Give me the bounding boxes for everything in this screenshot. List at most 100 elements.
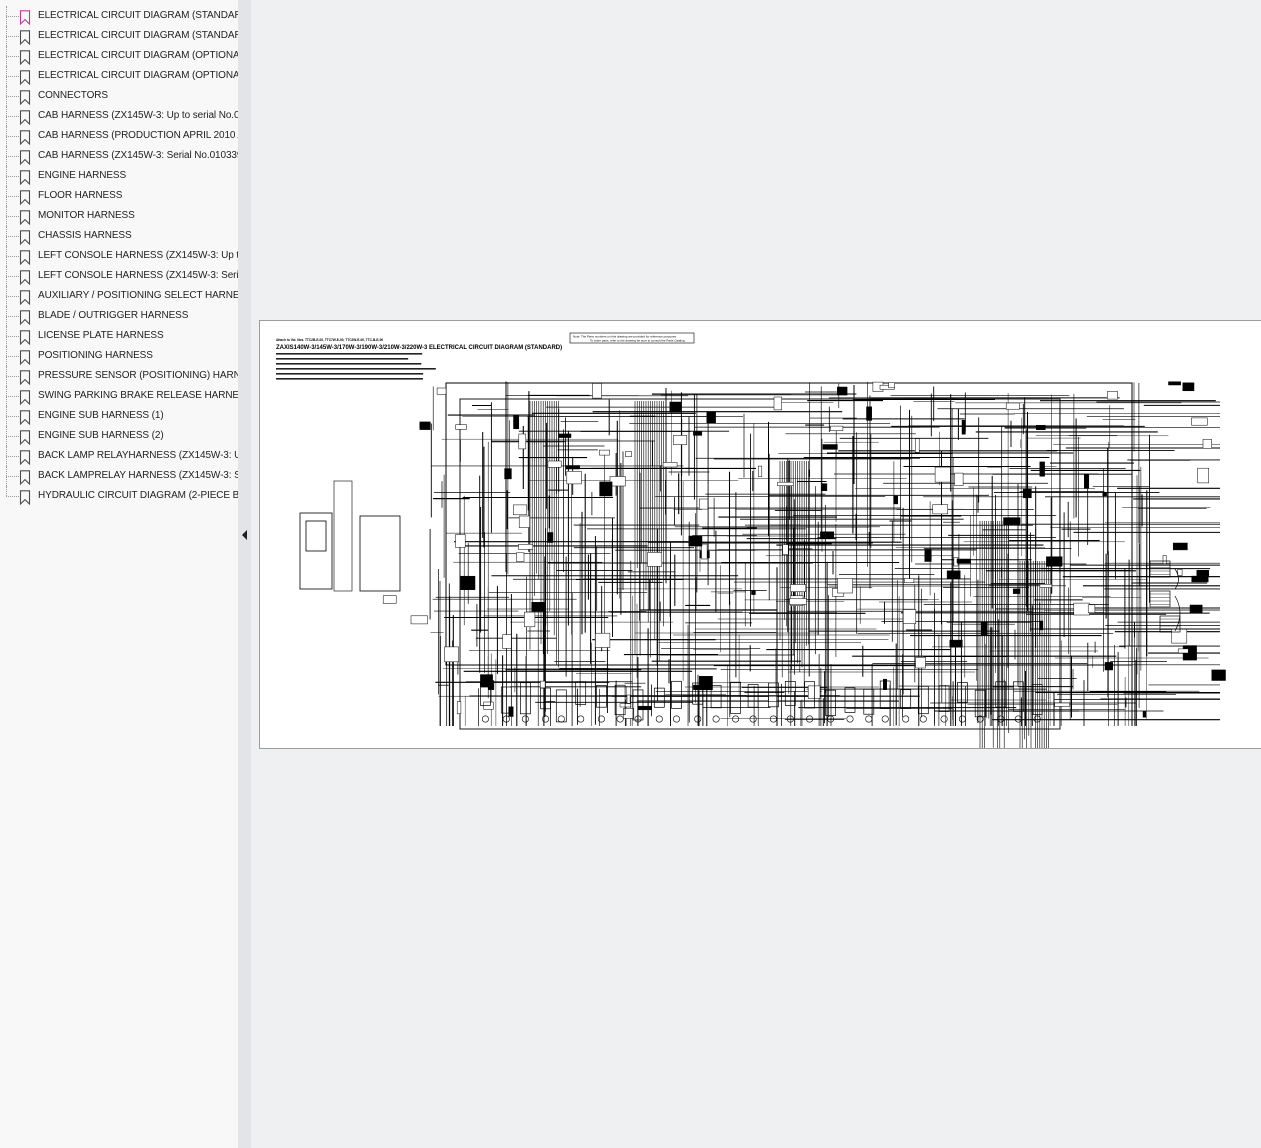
bookmark-item[interactable]: PRESSURE SENSOR (POSITIONING) HARNESS: [0, 366, 238, 386]
tree-connector: [6, 436, 19, 437]
note-line: [276, 363, 422, 365]
bookmark-item[interactable]: BACK LAMP RELAYHARNESS (ZX145W-3: Up to …: [0, 446, 238, 466]
document-viewer[interactable]: Attach to Vol. Nos. TTC2B-E-00, TTC7W-E-…: [251, 0, 1261, 1148]
bookmark-item[interactable]: ENGINE SUB HARNESS (2): [0, 426, 238, 446]
connector-symbol: [1005, 402, 1020, 410]
connector-symbol: [540, 680, 546, 689]
connector-symbol: [1189, 604, 1203, 613]
connector-symbol: [513, 415, 520, 430]
sidebar-splitter[interactable]: [238, 0, 251, 1148]
bookmark-item[interactable]: CAB HARNESS (ZX145W-3: Serial No.010339 …: [0, 146, 238, 166]
connector-symbol: [777, 481, 794, 486]
bookmark-item[interactable]: ELECTRICAL CIRCUIT DIAGRAM (OPTIONAL) (Z…: [0, 46, 238, 66]
note-line: [276, 358, 409, 360]
connector-symbol: [592, 383, 602, 399]
connector-symbol: [502, 634, 512, 649]
tree-connector: [6, 476, 19, 477]
bookmark-icon: [19, 190, 31, 205]
connector-symbol: [565, 465, 580, 470]
connector-symbol: [566, 471, 582, 485]
connector-symbol: [455, 534, 466, 548]
chevron-left-icon[interactable]: [241, 529, 248, 541]
connector-symbol: [518, 515, 530, 528]
bookmark-item[interactable]: LEFT CONSOLE HARNESS (ZX145W-3: Serial N…: [0, 266, 238, 286]
connector-symbol: [455, 424, 467, 430]
bookmark-item[interactable]: MONITOR HARNESS: [0, 206, 238, 226]
connector-symbol: [1102, 492, 1107, 497]
bookmark-item[interactable]: POSITIONING HARNESS: [0, 346, 238, 366]
connector-symbol: [1054, 702, 1070, 707]
bookmark-item[interactable]: ENGINE HARNESS: [0, 166, 238, 186]
connector-symbol: [524, 611, 536, 628]
connector-symbol: [599, 449, 610, 456]
bookmark-item[interactable]: CONNECTORS: [0, 86, 238, 106]
bookmark-label: SWING PARKING BRAKE RELEASE HARNESS: [38, 390, 238, 401]
bookmark-label: LICENSE PLATE HARNESS: [38, 330, 164, 341]
bookmark-item[interactable]: LICENSE PLATE HARNESS: [0, 326, 238, 346]
bookmark-item[interactable]: BACK LAMPRELAY HARNESS (ZX145W-3: Serial…: [0, 466, 238, 486]
bookmark-icon: [19, 270, 31, 285]
bookmark-label: CAB HARNESS (ZX145W-3: Serial No.010339 …: [38, 150, 238, 161]
legend-box: [305, 520, 327, 552]
connector-symbol: [1168, 381, 1181, 386]
connector-symbol: [837, 578, 853, 594]
connector-symbol: [932, 504, 948, 515]
connector-symbol: [504, 468, 512, 480]
connector-symbol: [1003, 517, 1021, 525]
diagram-notes: [276, 353, 436, 380]
tree-connector: [6, 196, 19, 197]
bookmark-icon: [19, 70, 31, 85]
tree-connector: [6, 256, 19, 257]
component-symbol: [846, 715, 854, 723]
wiring: [429, 381, 1220, 748]
note-line: [276, 353, 423, 355]
bookmark-label: ENGINE SUB HARNESS (1): [38, 410, 164, 421]
connector-symbol: [924, 549, 932, 562]
bookmark-item[interactable]: ELECTRICAL CIRCUIT DIAGRAM (OPTIONAL) (Z…: [0, 66, 238, 86]
connector-symbol: [782, 544, 789, 555]
bookmark-item[interactable]: AUXILIARY / POSITIONING SELECT HARNESS: [0, 286, 238, 306]
legend-box: [359, 515, 401, 592]
tree-connector: [6, 416, 19, 417]
connector-symbol: [893, 495, 898, 505]
bookmark-item[interactable]: ELECTRICAL CIRCUIT DIAGRAM (STANDARD) (Z…: [0, 26, 238, 46]
connector-symbol: [1196, 570, 1210, 577]
connector-symbol: [1162, 555, 1167, 564]
tree-connector: [6, 116, 19, 117]
component-symbol: [902, 715, 910, 723]
bookmark-item[interactable]: FLOOR HARNESS: [0, 186, 238, 206]
bookmark-item[interactable]: ENGINE SUB HARNESS (1): [0, 406, 238, 426]
bookmark-item[interactable]: CAB HARNESS (ZX145W-3: Up to serial No.0…: [0, 106, 238, 126]
connector-symbol: [531, 602, 545, 612]
bookmark-label: LEFT CONSOLE HARNESS (ZX145W-3: Serial N…: [38, 270, 238, 281]
bookmark-icon: [19, 130, 31, 145]
connector-symbol: [915, 438, 920, 453]
connector-symbol: [626, 694, 631, 704]
bookmark-item[interactable]: CHASSIS HARNESS: [0, 226, 238, 246]
bookmark-item[interactable]: HYDRAULIC CIRCUIT DIAGRAM (2-PIECE BOOM,…: [0, 486, 238, 506]
bookmark-icon: [19, 50, 31, 65]
connector-symbol: [980, 621, 988, 636]
connector-symbol: [706, 411, 716, 424]
component-symbol: [958, 715, 966, 723]
connector-symbol: [436, 387, 447, 395]
component-symbol: [653, 687, 665, 708]
document-header-line: Attach to Vol. Nos. TTC2B-E-00, TTC7W-E-…: [276, 338, 383, 342]
bookmark-item[interactable]: ELECTRICAL CIRCUIT DIAGRAM (STANDARD) (Z…: [0, 6, 238, 26]
tree-connector: [6, 136, 19, 137]
parts-notice-line: To order parts, refer to the drawing be …: [590, 339, 686, 343]
component-symbol: [917, 685, 929, 715]
bookmark-item[interactable]: BLADE / OUTRIGGER HARNESS: [0, 306, 238, 326]
tree-connector: [6, 496, 19, 497]
bookmark-item[interactable]: CAB HARNESS (PRODUCTION APRIL 2010 AND U…: [0, 126, 238, 146]
connector-symbol: [1107, 391, 1118, 400]
connector-symbol: [701, 543, 708, 560]
tree-connector: [6, 36, 19, 37]
bookmark-item[interactable]: SWING PARKING BRAKE RELEASE HARNESS: [0, 386, 238, 406]
bookmark-item[interactable]: LEFT CONSOLE HARNESS (ZX145W-3: Up to se…: [0, 246, 238, 266]
connector-symbol: [837, 386, 848, 396]
tree-connector: [6, 76, 19, 77]
component-symbol: [655, 715, 663, 723]
tree-connector: [6, 336, 19, 337]
bookmark-icon: [19, 170, 31, 185]
